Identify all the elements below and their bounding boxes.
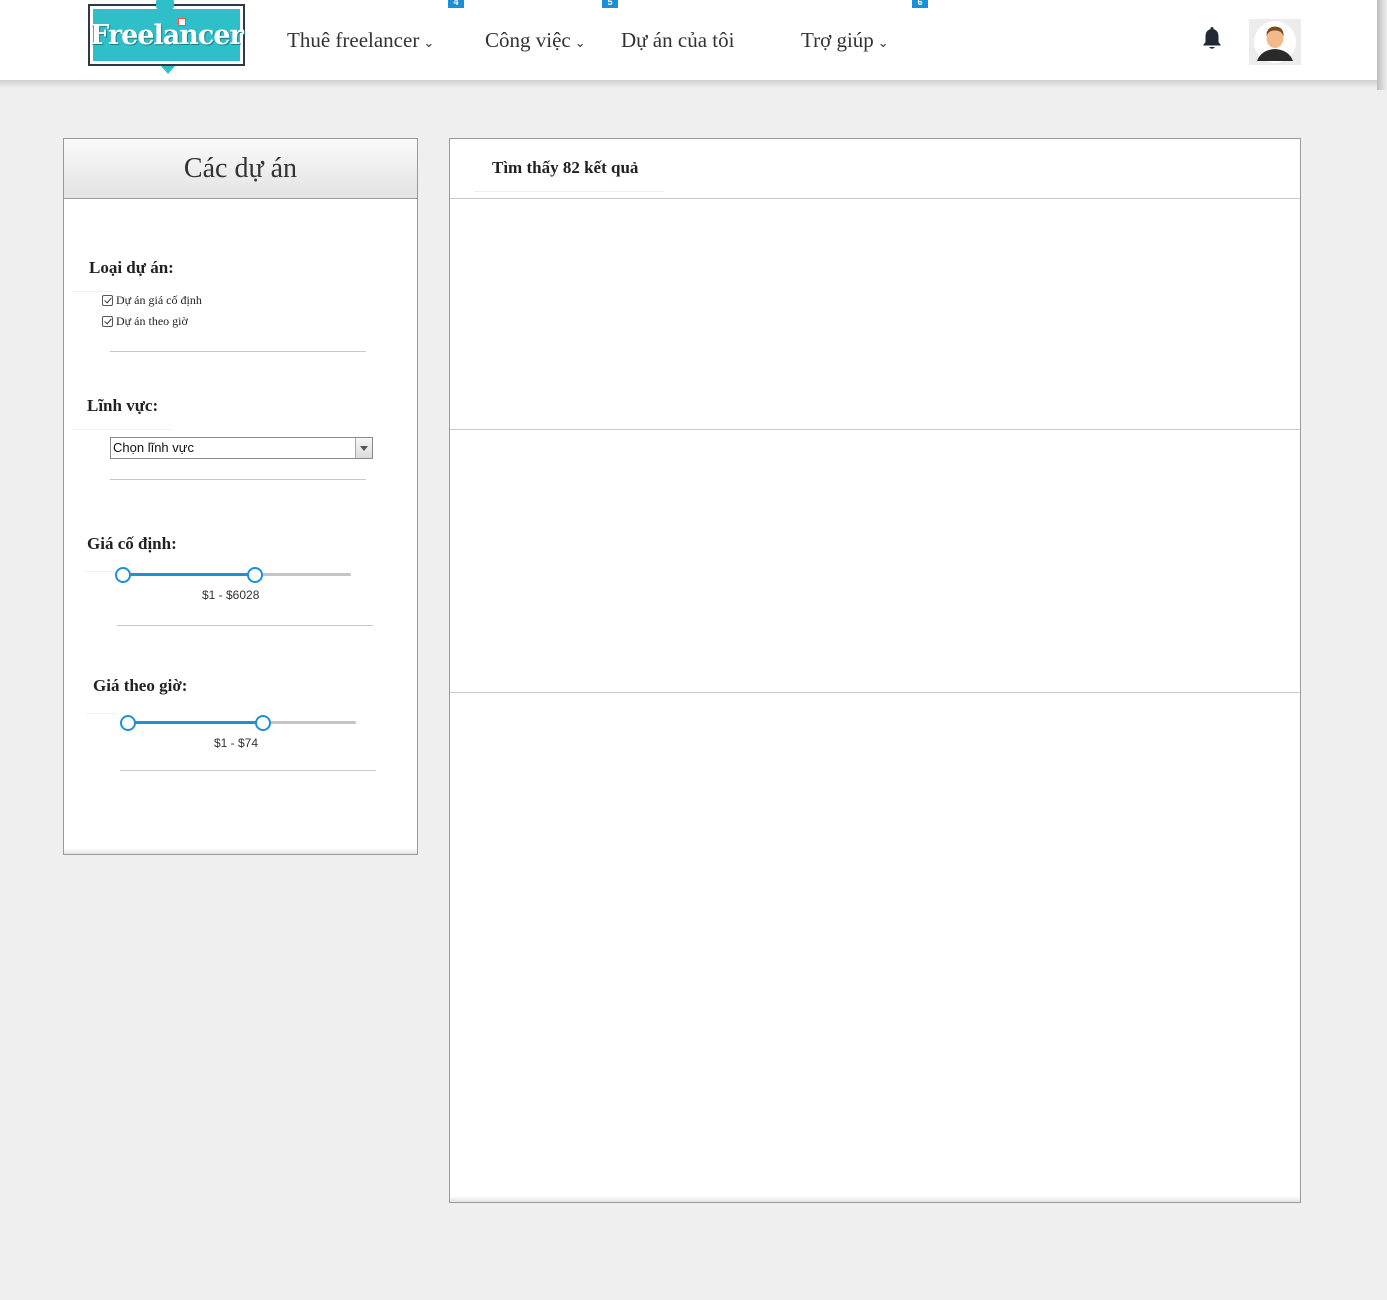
slider-range-fill [123, 573, 256, 576]
results-count: Tìm thấy 82 kết quả [492, 158, 639, 177]
fixed-price-title: Giá cố định: [87, 534, 177, 553]
checkbox-checked-icon[interactable] [102, 316, 113, 327]
hourly-price-range-label: $1 - $74 [214, 736, 259, 750]
divider [86, 713, 116, 714]
nav-label: Dự án của tôi [621, 28, 735, 52]
top-navbar: Freelancer Thuê freelancer ⌄ 4 Công việc ⌄… [0, 0, 1378, 82]
logo-pin [161, 66, 175, 74]
nav-my-projects[interactable]: Dự án của tôi [621, 28, 734, 53]
field-select[interactable]: Chọn lĩnh vực [110, 437, 373, 459]
window-edge [1377, 0, 1387, 90]
results-panel: Tìm thấy 82 kết quả [449, 138, 1301, 1203]
hourly-price-title: Giá theo giờ: [93, 676, 188, 695]
logo-text: Freelancer [90, 19, 244, 51]
field-title: Lĩnh vực: [87, 396, 159, 415]
result-divider [450, 429, 1300, 430]
divider [120, 770, 376, 771]
divider [72, 291, 112, 292]
slider-range-fill [128, 721, 263, 724]
nav-jobs[interactable]: Công việc ⌄ [485, 28, 586, 53]
chevron-down-icon: ⌄ [877, 34, 889, 50]
fixed-price-slider[interactable] [115, 567, 351, 583]
divider [110, 351, 366, 352]
slider-min-handle[interactable] [120, 715, 136, 731]
project-type-title: Loại dự án: [89, 258, 174, 277]
slider-max-handle[interactable] [247, 567, 264, 583]
fixed-price-range-label: $1 - $6028 [202, 588, 260, 602]
results-footer-shadow [450, 1196, 1300, 1202]
logo-background: Freelancer [90, 9, 244, 61]
result-divider [450, 692, 1300, 693]
sidebar-title: Các dự án [64, 139, 417, 199]
sidebar-footer-shadow [64, 848, 417, 854]
nav-label: Thuê freelancer [287, 28, 420, 52]
divider [110, 479, 366, 480]
nav-badge: 5 [602, 0, 618, 8]
divider [72, 429, 172, 430]
nav-label: Công việc [485, 28, 571, 52]
divider [117, 625, 373, 626]
user-avatar[interactable] [1249, 19, 1301, 65]
freelancer-logo[interactable]: Freelancer [88, 0, 245, 74]
logo-speech-bubble [156, 0, 174, 10]
header-shadow [0, 80, 1378, 88]
results-header: Tìm thấy 82 kết quả [450, 139, 1300, 199]
nav-help[interactable]: Trợ giúp ⌄ [801, 28, 889, 53]
chevron-down-icon: ⌄ [423, 34, 435, 50]
hourly-price-slider[interactable] [120, 715, 356, 731]
chevron-down-icon: ⌄ [574, 34, 586, 50]
nav-label: Trợ giúp [801, 28, 874, 52]
nav-hire-freelancer[interactable]: Thuê freelancer ⌄ [287, 28, 434, 53]
bell-icon[interactable] [1199, 26, 1225, 52]
divider [84, 571, 114, 572]
nav-badge: 6 [912, 0, 928, 8]
field-select-value: Chọn lĩnh vực [113, 440, 194, 455]
dropdown-arrow-icon[interactable] [355, 438, 372, 458]
checkbox-label: Dự án giá cố định [116, 293, 202, 307]
checkbox-fixed-price[interactable]: Dự án giá cố định [102, 293, 202, 308]
logo-mark [178, 18, 186, 26]
checkbox-hourly[interactable]: Dự án theo giờ [102, 314, 188, 329]
filters-sidebar: Các dự án Loại dự án: Dự án giá cố định … [63, 138, 418, 855]
divider [474, 191, 664, 192]
slider-min-handle[interactable] [115, 567, 131, 583]
checkbox-checked-icon[interactable] [102, 295, 113, 306]
checkbox-label: Dự án theo giờ [116, 314, 188, 328]
nav-badge: 4 [448, 0, 464, 8]
slider-max-handle[interactable] [254, 715, 271, 731]
